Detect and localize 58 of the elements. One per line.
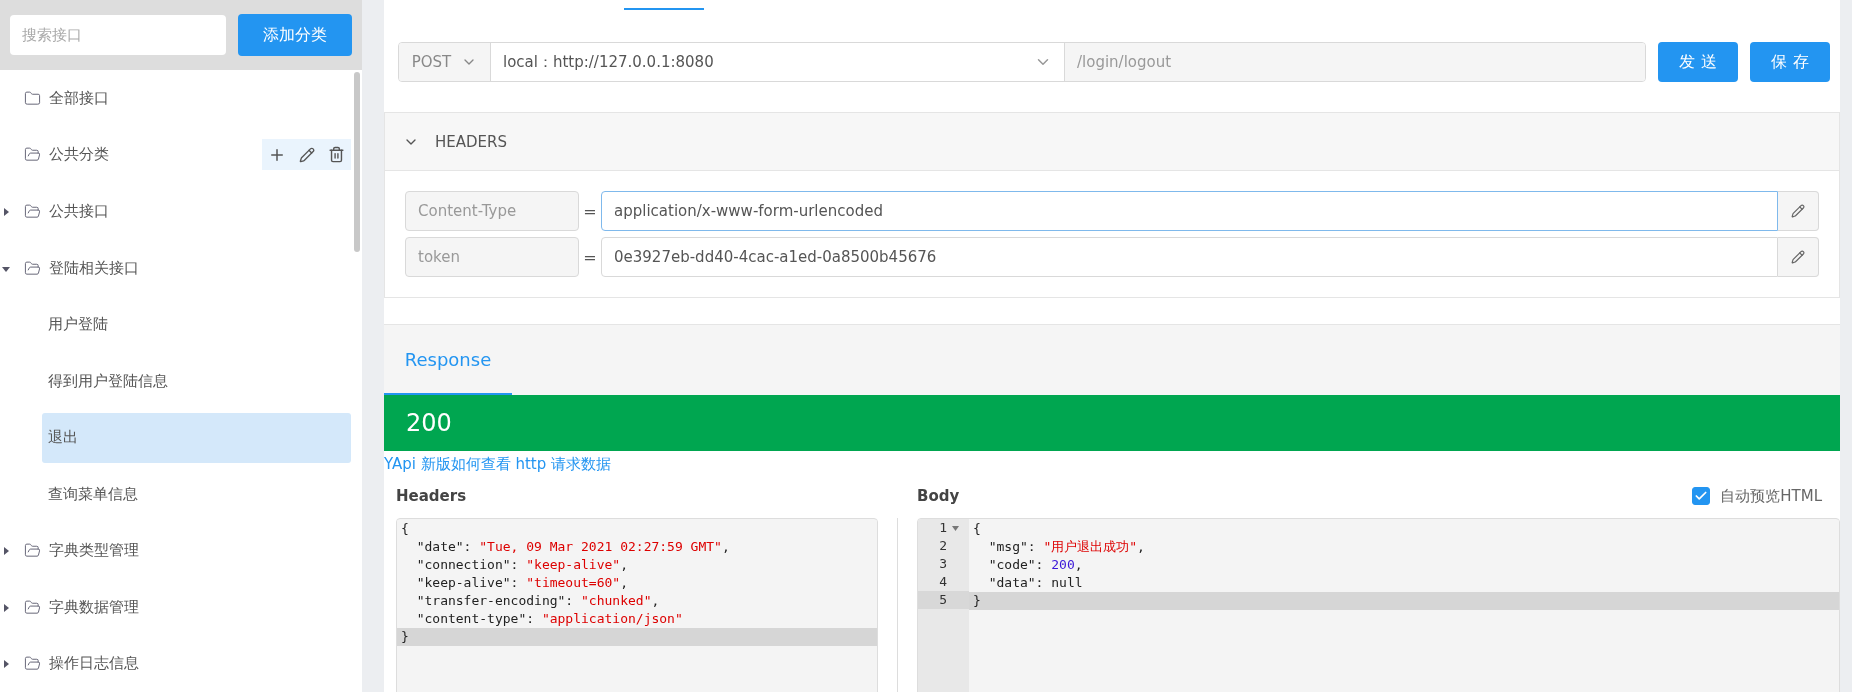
caret-icon[interactable]: [2, 603, 10, 612]
headers-title: HEADERS: [435, 132, 507, 151]
pencil-icon: [1791, 250, 1805, 264]
edit-icon[interactable]: [299, 146, 315, 163]
header-value-field[interactable]: application/x-www-form-urlencoded: [601, 191, 1778, 231]
tree-item[interactable]: 退出: [42, 412, 351, 463]
tree-item-label: 字典类型管理: [49, 541, 139, 561]
tree-item-label: 操作日志信息: [49, 654, 139, 674]
checkmark-icon: [1694, 489, 1709, 503]
equals-sign: =: [582, 247, 598, 267]
tree-item[interactable]: 全部接口: [0, 70, 362, 127]
body-title: Body: [917, 487, 960, 505]
line-number: 2: [939, 537, 947, 555]
tree-item-label: 公共接口: [49, 202, 109, 221]
headers-title: Headers: [396, 487, 467, 505]
code-editor[interactable]: 1 2 3 4 5 { "msg": "用户退出成功", "code": 200, "data": null }: [917, 518, 1840, 692]
tree-item-label: 字典数据管理: [49, 597, 139, 617]
fold-icon[interactable]: [952, 526, 959, 531]
tree-item[interactable]: 操作日志信息: [0, 635, 362, 692]
caret-icon[interactable]: [2, 660, 10, 669]
tree-item[interactable]: 字典类型管理: [0, 522, 362, 579]
status-bar: 200: [384, 395, 1840, 451]
tree-item[interactable]: 登陆相关接口: [0, 239, 362, 297]
delete-icon[interactable]: [327, 146, 345, 164]
tree-item-label: 全部接口: [49, 88, 109, 108]
edit-button[interactable]: [1778, 237, 1819, 277]
search-field[interactable]: 搜索接口: [10, 15, 226, 56]
folder-icon: [24, 203, 41, 220]
equals-sign: =: [582, 201, 598, 221]
code-editor[interactable]: { "date": "Tue, 09 Mar 2021 02:27:59 GMT", "connection": "keep-alive", "keep-alive": "timeout=60", "transfer-encoding": "chunked", "content-type": "application/json" }: [396, 518, 878, 692]
folder-icon: [24, 598, 41, 616]
tree-item[interactable]: 公共接口: [0, 183, 362, 240]
tree-item-label: 登陆相关接口: [49, 258, 139, 278]
tree-item[interactable]: 用户登陆: [42, 299, 351, 350]
header-value-field[interactable]: 0e3927eb-dd40-4cac-a1ed-0a8500b45676: [601, 237, 1778, 277]
headers-panel-header[interactable]: HEADERS: [385, 113, 1839, 171]
tree-item[interactable]: 查询菜单信息: [42, 469, 351, 520]
folder-icon: [24, 655, 41, 673]
line-number: 3: [939, 555, 947, 573]
line-number: 1: [939, 519, 947, 537]
tree-item[interactable]: 公共分类: [0, 126, 362, 184]
edit-button[interactable]: [1778, 191, 1819, 231]
folder-icon: [24, 89, 41, 107]
folder-icon: [24, 146, 41, 164]
checkbox[interactable]: [1692, 487, 1711, 505]
line-number: 4: [939, 573, 947, 591]
tree-item[interactable]: 字典数据管理: [0, 578, 362, 636]
scrollbar[interactable]: [354, 72, 360, 252]
preview-label: 自动预览HTML: [1720, 486, 1822, 506]
caret-icon[interactable]: [2, 264, 10, 273]
folder-icon: [24, 542, 41, 560]
tree-item-label: 公共分类: [49, 145, 109, 165]
tree-item[interactable]: 得到用户登陆信息: [42, 356, 351, 407]
caret-icon[interactable]: [2, 547, 10, 556]
folder-icon: [24, 259, 41, 277]
caret-icon[interactable]: [2, 208, 10, 217]
line-number: 5: [939, 591, 947, 609]
pencil-icon: [1791, 204, 1805, 218]
